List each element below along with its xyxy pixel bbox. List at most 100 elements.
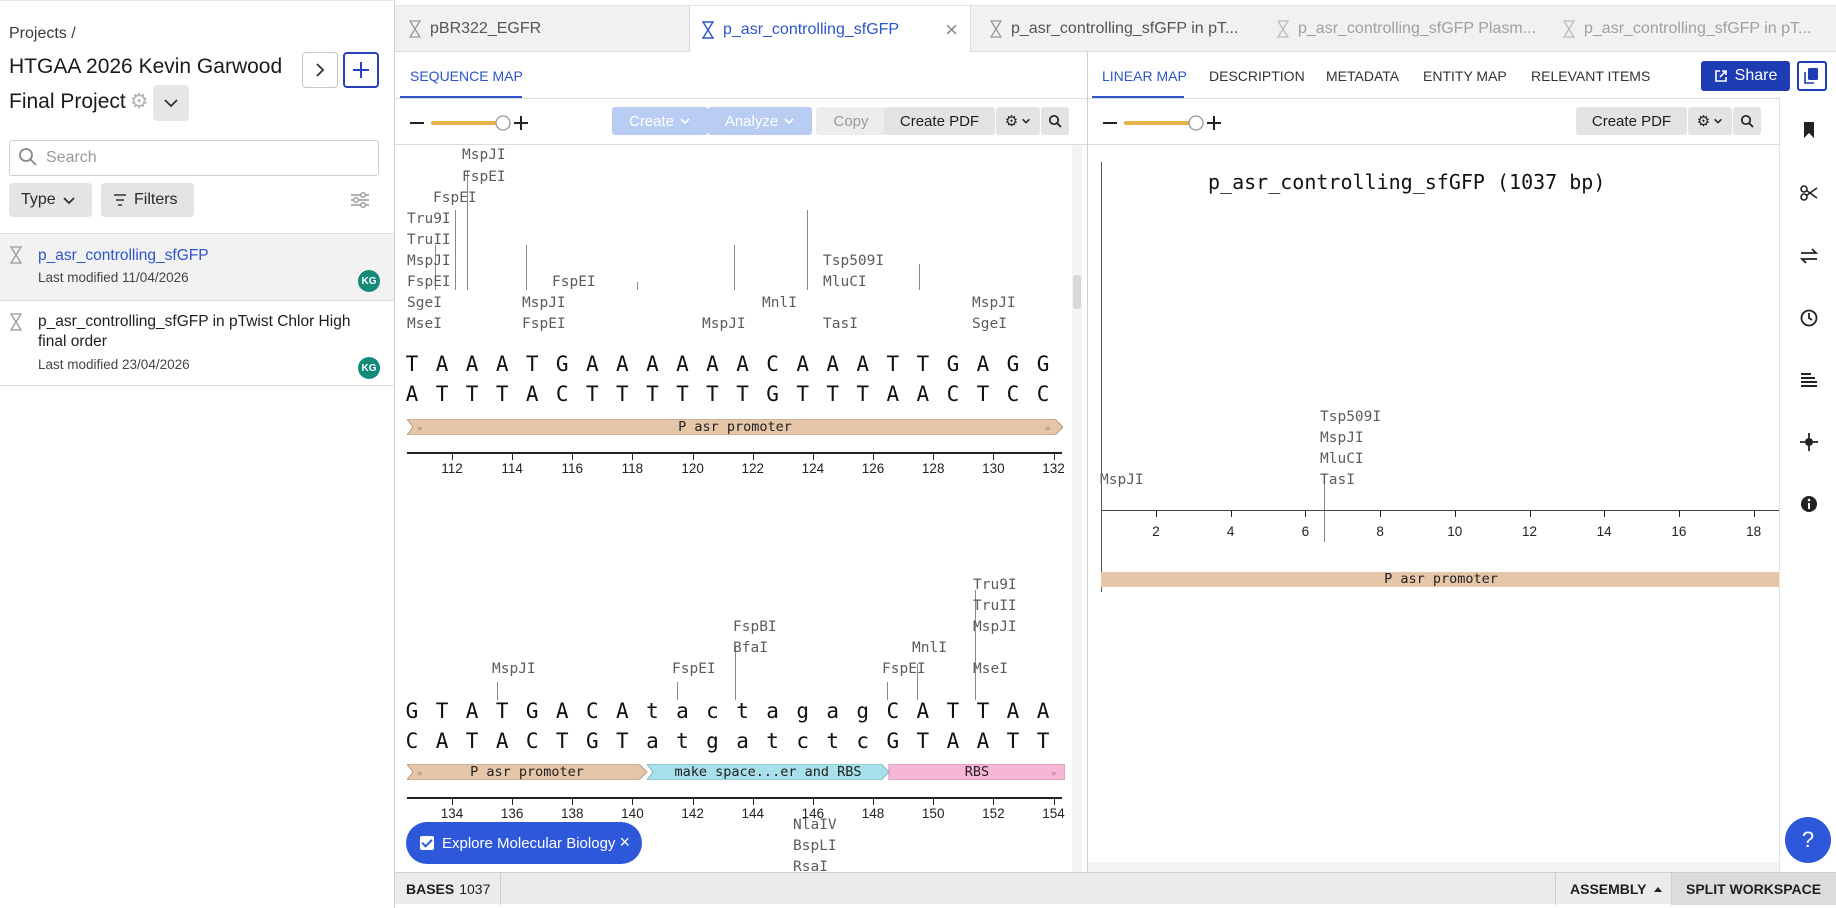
enzyme-label[interactable]: MseI xyxy=(407,316,442,332)
enzyme-label[interactable]: BfaI xyxy=(733,640,768,656)
base[interactable]: a xyxy=(667,699,697,723)
base[interactable]: c xyxy=(788,729,818,753)
enzyme-label[interactable]: TasI xyxy=(823,316,858,332)
base[interactable]: T xyxy=(968,382,998,406)
enzyme-label[interactable]: MspJI xyxy=(702,316,746,332)
filters-button[interactable]: Filters xyxy=(101,183,194,217)
enzyme-label[interactable]: RsaI xyxy=(793,859,828,872)
create-button[interactable]: Create xyxy=(612,107,708,135)
create-pdf-button[interactable]: Create PDF xyxy=(1576,107,1687,135)
find-button[interactable] xyxy=(1733,107,1761,135)
base[interactable]: A xyxy=(848,352,878,376)
base[interactable]: T xyxy=(547,729,577,753)
enzyme-label[interactable]: MspJI xyxy=(973,619,1017,635)
base[interactable]: A xyxy=(998,699,1028,723)
tab-p-asr-controlling-sfgfp[interactable]: p_asr_controlling_sfGFP × xyxy=(689,6,971,53)
base[interactable]: T xyxy=(848,382,878,406)
scissors-icon[interactable] xyxy=(1799,183,1819,203)
sequence-scrollbar[interactable] xyxy=(1072,145,1082,872)
base[interactable]: C xyxy=(397,729,427,753)
feature-label[interactable]: make space...er and RBS xyxy=(647,764,889,780)
base[interactable]: T xyxy=(1028,729,1058,753)
base[interactable]: G xyxy=(998,352,1028,376)
enzyme-label[interactable]: MspJI xyxy=(1100,472,1144,488)
enzyme-label[interactable]: SgeI xyxy=(972,316,1007,332)
enzyme-label[interactable]: FspEI xyxy=(552,274,596,290)
enzyme-label[interactable]: MspJI xyxy=(407,253,451,269)
expand-button[interactable] xyxy=(302,52,338,88)
project-menu-button[interactable] xyxy=(153,85,189,121)
analyze-button[interactable]: Analyze xyxy=(708,107,812,135)
list-item[interactable]: p_asr_controlling_sfGFP in pTwist Chlor … xyxy=(0,301,394,385)
tab-p-asr-in-pt-2[interactable]: p_asr_controlling_sfGFP in pT... xyxy=(1563,6,1828,52)
base[interactable]: A xyxy=(818,352,848,376)
enzyme-label[interactable]: Tsp509I xyxy=(1320,409,1381,425)
base[interactable]: T xyxy=(998,729,1028,753)
base[interactable]: G xyxy=(577,729,607,753)
enzyme-label[interactable]: FspEI xyxy=(433,190,477,206)
base[interactable]: g xyxy=(698,729,728,753)
base[interactable]: C xyxy=(547,382,577,406)
base[interactable]: A xyxy=(1028,699,1058,723)
base[interactable]: g xyxy=(788,699,818,723)
tab-p-asr-in-ptwist[interactable]: p_asr_controlling_sfGFP in pT... xyxy=(990,6,1250,52)
base[interactable]: T xyxy=(818,382,848,406)
settings-button[interactable]: ⚙ xyxy=(1688,107,1732,135)
base[interactable]: T xyxy=(908,352,938,376)
enzyme-label[interactable]: SgeI xyxy=(407,295,442,311)
enzyme-label[interactable]: BspLI xyxy=(793,838,837,854)
explore-molecular-biology-button[interactable]: Explore Molecular Biology × xyxy=(406,822,642,864)
base[interactable]: T xyxy=(577,382,607,406)
tab-description[interactable]: DESCRIPTION xyxy=(1209,68,1305,84)
base[interactable]: C xyxy=(577,699,607,723)
item-name[interactable]: p_asr_controlling_sfGFP xyxy=(38,246,209,266)
zoom-slider[interactable] xyxy=(1102,112,1237,134)
bookmark-icon[interactable] xyxy=(1799,120,1819,140)
base[interactable]: T xyxy=(517,352,547,376)
base[interactable]: A xyxy=(607,352,637,376)
base[interactable]: t xyxy=(818,729,848,753)
base[interactable]: A xyxy=(728,352,758,376)
base[interactable]: A xyxy=(397,382,427,406)
base[interactable]: T xyxy=(788,382,818,406)
tab-linear-map[interactable]: LINEAR MAP xyxy=(1102,68,1187,84)
base[interactable]: T xyxy=(487,382,517,406)
base[interactable]: c xyxy=(698,699,728,723)
base[interactable]: T xyxy=(637,382,667,406)
tab-metadata[interactable]: METADATA xyxy=(1326,68,1399,84)
search-input[interactable]: Search xyxy=(9,140,379,176)
enzyme-label[interactable]: TruII xyxy=(407,232,451,248)
base[interactable]: C xyxy=(758,352,788,376)
enzyme-label[interactable]: MspJI xyxy=(522,295,566,311)
clock-icon[interactable] xyxy=(1799,308,1819,328)
base[interactable]: A xyxy=(427,352,457,376)
base[interactable]: T xyxy=(908,729,938,753)
enzyme-label[interactable]: MspJI xyxy=(1320,430,1364,446)
list-item[interactable]: p_asr_controlling_sfGFP Last modified 11… xyxy=(0,234,394,300)
help-button[interactable]: ? xyxy=(1785,817,1831,863)
enzyme-label[interactable]: MnlI xyxy=(762,295,797,311)
enzyme-label[interactable]: MnlI xyxy=(912,640,947,656)
close-icon[interactable]: × xyxy=(619,832,630,853)
enzyme-label[interactable]: Tsp509I xyxy=(823,253,884,269)
split-workspace-button[interactable]: SPLIT WORKSPACE xyxy=(1671,873,1836,905)
scrollbar-thumb[interactable] xyxy=(1073,275,1081,309)
tab-sequence-map[interactable]: SEQUENCE MAP xyxy=(410,68,523,84)
base[interactable]: G xyxy=(878,729,908,753)
enzyme-label[interactable]: FspEI xyxy=(462,169,506,185)
base[interactable]: T xyxy=(728,382,758,406)
base[interactable]: T xyxy=(427,382,457,406)
enzyme-label[interactable]: FspEI xyxy=(882,661,926,677)
base[interactable]: A xyxy=(878,382,908,406)
feature-label[interactable]: RBS xyxy=(889,764,1065,780)
base[interactable]: T xyxy=(457,729,487,753)
enzyme-label[interactable]: MspJI xyxy=(462,147,506,163)
copy-icon[interactable] xyxy=(1797,61,1827,91)
type-dropdown[interactable]: Type xyxy=(9,183,92,217)
assembly-button[interactable]: ASSEMBLY xyxy=(1555,873,1671,905)
enzyme-label[interactable]: NlaIV xyxy=(793,817,837,833)
enzyme-label[interactable]: FspEI xyxy=(672,661,716,677)
base[interactable]: A xyxy=(427,729,457,753)
close-icon[interactable]: × xyxy=(945,17,958,43)
enzyme-label[interactable]: MspJI xyxy=(972,295,1016,311)
